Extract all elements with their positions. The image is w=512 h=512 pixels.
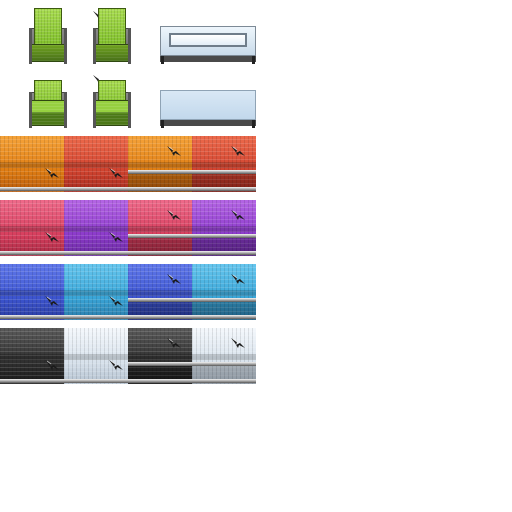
chair-green-back-torn [92,8,132,64]
sofa-tile-black-back [128,328,192,384]
tear-mark-icon [108,230,124,244]
tear-mark-icon [230,208,246,222]
sofa-tile-black-seat [0,328,64,384]
sprite-sheet [0,0,512,512]
tear-mark-icon [166,144,182,158]
sofa-tile-red-back [192,136,256,192]
tear-mark-icon [230,272,246,286]
sofa-tile-white-back [192,328,256,384]
tear-mark-icon [166,336,182,350]
sofa-tile-blue-back [128,264,192,320]
tear-mark-icon [108,358,124,372]
tear-mark-icon [230,144,246,158]
sofa-tile-cyan-seat [64,264,128,320]
sofa-tile-red-seat [64,136,128,192]
tear-mark-icon [166,272,182,286]
chair-green-front-torn [92,72,132,128]
tear-mark-icon [44,166,60,180]
sofa-tile-orange-seat [0,136,64,192]
chair-green-front [28,72,68,128]
sofa-tile-pink-back [128,200,192,256]
table-glass-framed [160,26,256,64]
chair-green-back [28,8,68,64]
tear-mark-icon [108,294,124,308]
tear-mark-icon [44,230,60,244]
tear-mark-icon [44,294,60,308]
tear-mark-icon [108,166,124,180]
tear-mark-icon [166,208,182,222]
tear-mark-icon [230,336,246,350]
sofa-tile-orange-back [128,136,192,192]
sofa-tile-purple-back [192,200,256,256]
sofa-tile-white-seat [64,328,128,384]
sofa-tile-pink-seat [0,200,64,256]
tear-mark-icon [44,358,60,372]
sofa-tile-cyan-back [192,264,256,320]
sofa-tile-purple-seat [64,200,128,256]
table-glass-solid [160,90,256,128]
sofa-tile-blue-seat [0,264,64,320]
